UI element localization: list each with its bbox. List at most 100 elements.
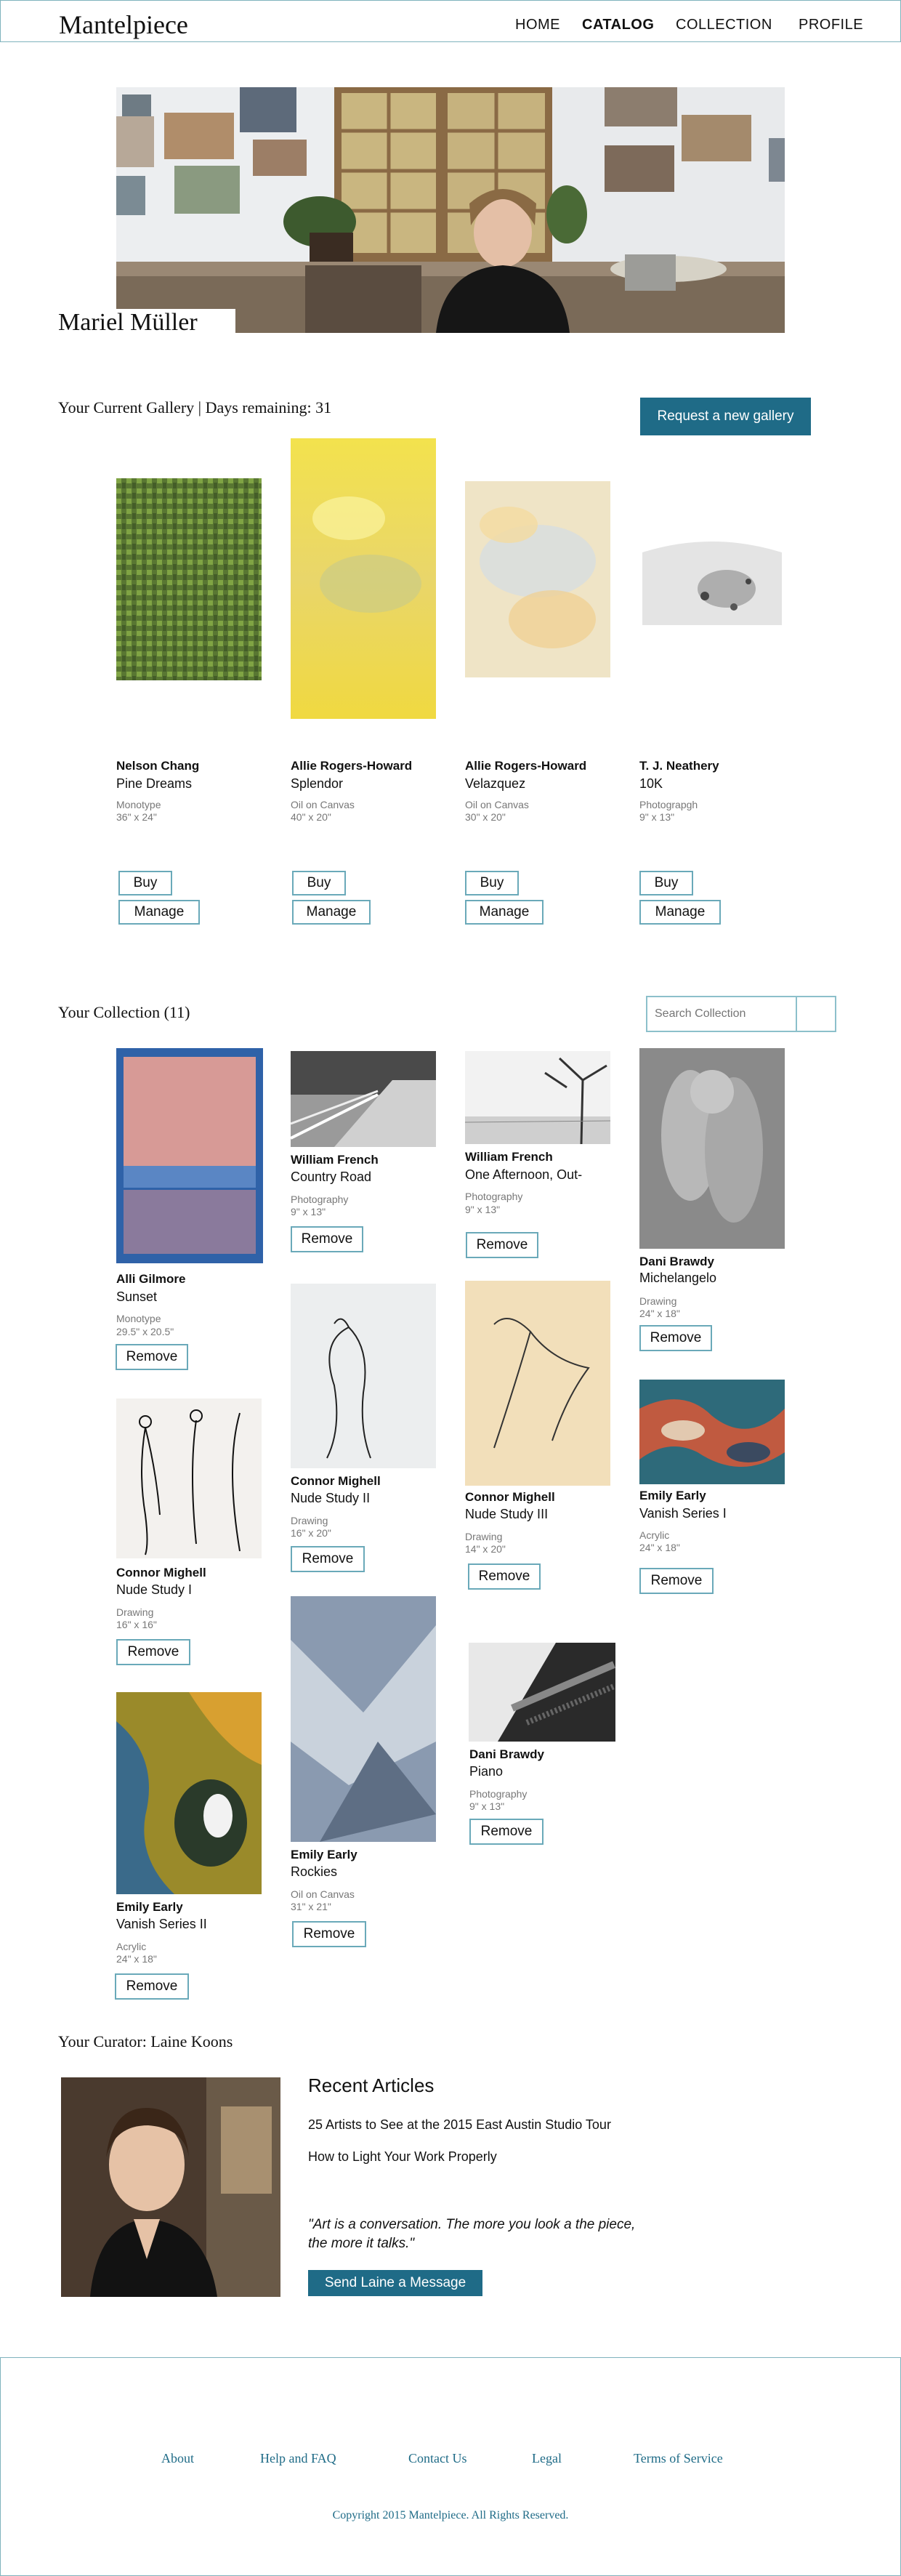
buy-button[interactable]: Buy: [465, 871, 519, 895]
collection-artwork-image[interactable]: [291, 1596, 436, 1842]
artwork-title: Velazquez: [465, 776, 526, 791]
collection-artwork-medium: Monotype: [116, 1313, 161, 1324]
remove-button[interactable]: Remove: [116, 1344, 188, 1370]
artwork-size: 9" x 13": [639, 811, 675, 823]
collection-artwork-title: Vanish Series II: [116, 1917, 207, 1931]
search-box: [646, 996, 836, 1032]
collection-artwork-image[interactable]: [116, 1398, 262, 1558]
article-link[interactable]: 25 Artists to See at the 2015 East Austi…: [308, 2117, 611, 2133]
manage-button[interactable]: Manage: [292, 900, 371, 925]
artwork-image[interactable]: [291, 438, 436, 719]
footer-link-contact[interactable]: Contact Us: [408, 2451, 467, 2466]
collection-artwork-artist: Dani Brawdy: [639, 1255, 714, 1268]
collection-artwork-artist: William French: [291, 1153, 379, 1167]
collection-artwork-artist: Connor Mighell: [116, 1566, 206, 1579]
remove-button[interactable]: Remove: [291, 1546, 365, 1572]
buy-button[interactable]: Buy: [292, 871, 346, 895]
remove-button[interactable]: Remove: [466, 1232, 538, 1258]
collection-artwork-size: 16" x 20": [291, 1527, 331, 1539]
gallery-section-title: Your Current Gallery | Days remaining: 3…: [58, 398, 332, 416]
footer-link-terms[interactable]: Terms of Service: [634, 2451, 723, 2466]
collection-artwork-image[interactable]: [639, 1380, 785, 1484]
collection-artwork-image[interactable]: [116, 1692, 262, 1894]
collection-artwork-image[interactable]: [290, 1051, 436, 1147]
nav-profile[interactable]: PROFILE: [799, 17, 863, 33]
remove-button[interactable]: Remove: [116, 1639, 190, 1665]
collection-artwork-image[interactable]: [639, 1048, 785, 1249]
artwork-title: Pine Dreams: [116, 776, 193, 791]
collection-artwork-medium: Acrylic: [639, 1529, 670, 1541]
collection-artwork-artist: Connor Mighell: [291, 1474, 381, 1488]
remove-button[interactable]: Remove: [292, 1921, 366, 1947]
manage-button[interactable]: Manage: [118, 900, 200, 925]
request-gallery-button[interactable]: Request a new gallery: [640, 398, 811, 435]
footer-link-legal[interactable]: Legal: [532, 2451, 562, 2466]
artwork-size: 30" x 20": [465, 811, 506, 823]
collection-artwork-title: Nude Study II: [291, 1491, 371, 1505]
collection-artwork-image[interactable]: [469, 1643, 615, 1742]
collection-artwork-medium: Drawing: [116, 1606, 154, 1618]
search-button[interactable]: [797, 997, 835, 1031]
remove-button[interactable]: Remove: [115, 1973, 189, 2000]
collection-artwork-artist: Emily Early: [116, 1900, 183, 1914]
collection-artwork-image[interactable]: [465, 1281, 610, 1486]
remove-button[interactable]: Remove: [469, 1819, 544, 1845]
artwork-title: 10K: [639, 776, 663, 791]
collection-artwork-artist: Emily Early: [639, 1489, 706, 1502]
remove-button[interactable]: Remove: [639, 1568, 714, 1594]
collection-artwork-medium: Acrylic: [116, 1941, 147, 1952]
site-logo[interactable]: Mantelpiece: [59, 9, 188, 40]
remove-button[interactable]: Remove: [468, 1563, 541, 1590]
collection-artwork-medium: Drawing: [465, 1531, 503, 1542]
article-link[interactable]: How to Light Your Work Properly: [308, 2149, 497, 2165]
collection-artwork-size: 16" x 16": [116, 1619, 157, 1630]
send-message-button[interactable]: Send Laine a Message: [308, 2270, 482, 2296]
collection-artwork-artist: Emily Early: [291, 1848, 357, 1861]
collection-artwork-size: 31" x 21": [291, 1901, 331, 1912]
nav-catalog[interactable]: CATALOG: [582, 17, 654, 33]
collection-artwork-size: 9" x 13": [469, 1800, 505, 1812]
buy-button[interactable]: Buy: [118, 871, 172, 895]
collection-artwork-medium: Photography: [465, 1191, 523, 1202]
collection-artwork-image[interactable]: [291, 1284, 436, 1468]
search-input[interactable]: [647, 997, 797, 1031]
recent-articles-heading: Recent Articles: [308, 2074, 435, 2096]
remove-button[interactable]: Remove: [291, 1226, 363, 1252]
collection-artwork-title: Rockies: [291, 1864, 338, 1879]
collection-artwork-medium: Photography: [291, 1194, 349, 1205]
remove-button[interactable]: Remove: [639, 1325, 712, 1351]
collection-artwork-title: Michelangelo: [639, 1271, 717, 1285]
manage-button[interactable]: Manage: [639, 900, 721, 925]
collection-artwork-artist: William French: [465, 1150, 553, 1164]
nav-home[interactable]: HOME: [515, 17, 560, 33]
artwork-image[interactable]: [639, 538, 785, 629]
artwork-image[interactable]: [465, 481, 610, 677]
artwork-medium: Monotype: [116, 799, 161, 810]
artwork-medium: Photograpgh: [639, 799, 698, 810]
artwork-artist: T. J. Neathery: [639, 759, 719, 773]
artwork-medium: Oil on Canvas: [465, 799, 529, 810]
collection-artwork-medium: Oil on Canvas: [291, 1888, 355, 1900]
buy-button[interactable]: Buy: [639, 871, 693, 895]
site-header: Mantelpiece HOME CATALOG COLLECTION PROF…: [0, 0, 901, 42]
collection-section-title: Your Collection (11): [58, 1003, 190, 1021]
collection-artwork-artist: Alli Gilmore: [116, 1272, 186, 1286]
collection-artwork-title: Nude Study I: [116, 1582, 193, 1597]
manage-button[interactable]: Manage: [465, 900, 544, 925]
artwork-image[interactable]: [116, 478, 262, 680]
artwork-artist: Nelson Chang: [116, 759, 200, 773]
artwork-size: 36" x 24": [116, 811, 157, 823]
collection-artwork-title: Country Road: [291, 1170, 372, 1184]
curator-photo: [61, 2077, 280, 2297]
artist-hero-photo: [116, 87, 785, 333]
collection-artwork-image[interactable]: [116, 1048, 263, 1263]
artwork-medium: Oil on Canvas: [291, 799, 355, 810]
footer-link-about[interactable]: About: [161, 2451, 194, 2466]
nav-collection[interactable]: COLLECTION: [676, 17, 772, 33]
collection-artwork-medium: Drawing: [291, 1515, 328, 1526]
curator-quote: "Art is a conversation. The more you loo…: [308, 2217, 636, 2251]
collection-artwork-image[interactable]: [464, 1051, 611, 1145]
collection-artwork-artist: Dani Brawdy: [469, 1747, 544, 1761]
footer-link-help[interactable]: Help and FAQ: [260, 2451, 336, 2466]
collection-artwork-title: One Afternoon, Out-: [465, 1167, 583, 1182]
